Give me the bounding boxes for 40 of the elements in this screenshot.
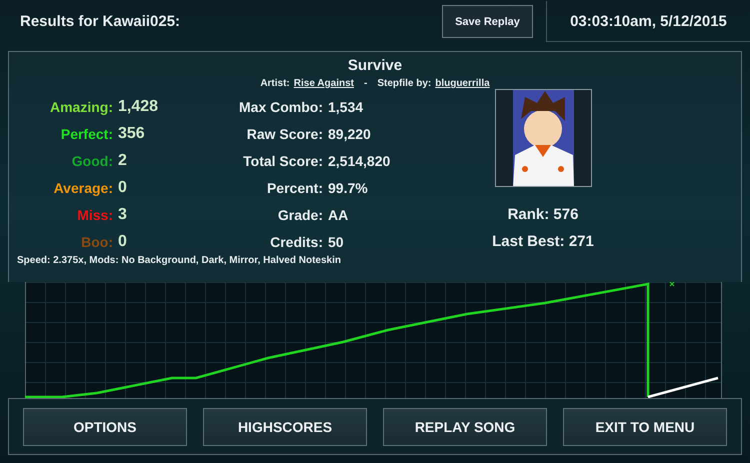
menu-button[interactable]: HIGHSCORES xyxy=(203,408,367,446)
judgment-count: 3 xyxy=(118,206,128,224)
stat-value: 89,220 xyxy=(328,126,372,142)
stepfile-label: Stepfile by: xyxy=(377,78,432,89)
judgment-count: 0 xyxy=(118,178,128,196)
stat-label: Credits: xyxy=(269,234,323,250)
judgment-count: 1,428 xyxy=(118,98,160,116)
judgment-count: 356 xyxy=(118,124,146,142)
judgment-label: Perfect: xyxy=(60,126,113,142)
stat-label: Grade: xyxy=(276,206,323,222)
save-replay-button[interactable]: Save Replay xyxy=(442,5,533,38)
last-best: Last Best: 271 xyxy=(492,232,594,252)
mods-line: Speed: 2.375x, Mods: No Background, Dark, Mirror, Halved Noteskin xyxy=(17,255,342,266)
stat-value: 99.7% xyxy=(328,180,369,196)
timestamp: 03:03:10am, 5/12/2015 xyxy=(546,1,750,42)
results-title: Results for Kawaii025: xyxy=(20,13,182,30)
judgment-label: Boo: xyxy=(80,234,113,250)
separator: - xyxy=(364,78,368,89)
artist-label: Artist: xyxy=(260,78,290,89)
stat-value: 2,514,820 xyxy=(328,152,392,168)
judgment-label: Good: xyxy=(70,152,113,168)
stat-value: 1,534 xyxy=(328,98,364,114)
judgment-label: Miss: xyxy=(76,206,113,222)
artist-link[interactable]: Rise Against xyxy=(294,78,354,89)
stepfile-author-link[interactable]: bluguerrilla xyxy=(435,78,490,89)
judgment-label: Amazing: xyxy=(49,98,113,114)
rank: Rank: 576 xyxy=(508,205,578,225)
menu-button[interactable]: OPTIONS xyxy=(23,408,187,446)
stat-value: 50 xyxy=(328,234,345,250)
judgment-label: Average: xyxy=(52,180,113,196)
stat-label: Percent: xyxy=(266,180,323,196)
judgment-count: 2 xyxy=(118,152,128,170)
judgment-count: 0 xyxy=(118,232,128,250)
stat-label: Total Score: xyxy=(242,152,323,168)
menu-button[interactable]: REPLAY SONG xyxy=(383,408,547,446)
song-title: Survive xyxy=(346,57,404,74)
menu-button[interactable]: EXIT TO MENU xyxy=(563,408,727,446)
stat-label: Raw Score: xyxy=(246,126,323,142)
stat-value: AA xyxy=(328,206,350,222)
stat-label: Max Combo: xyxy=(238,98,323,114)
